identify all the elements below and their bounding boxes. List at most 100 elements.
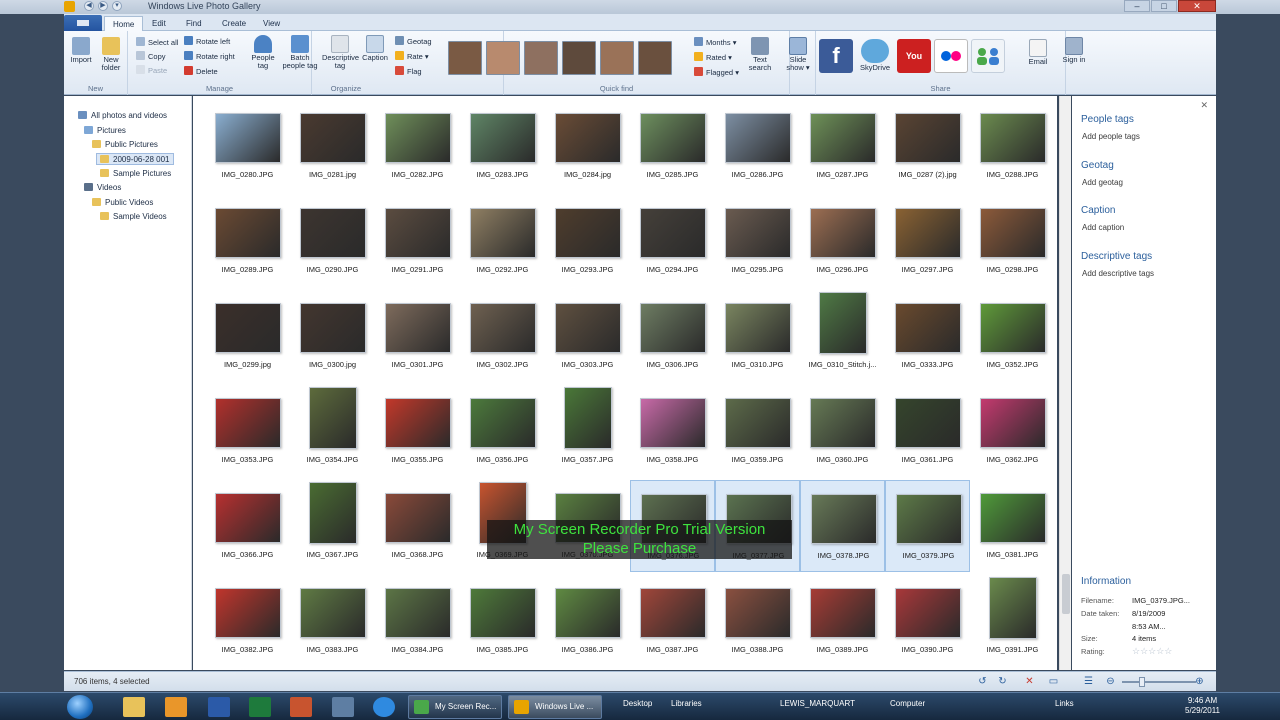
rating-stars[interactable]: ☆☆☆☆☆: [1132, 646, 1172, 657]
photo-thumbnail[interactable]: IMG_0361.JPG: [885, 385, 970, 477]
internet-explorer-icon[interactable]: [373, 697, 395, 717]
photo-thumbnail[interactable]: IMG_0283.JPG: [460, 100, 545, 192]
photo-thumbnail[interactable]: IMG_0291.JPG: [375, 195, 460, 287]
nav-item-videos[interactable]: Videos: [84, 182, 121, 194]
person-thumbnail[interactable]: [638, 41, 672, 75]
zoom-slider-knob[interactable]: [1139, 677, 1145, 687]
computer-shortcut[interactable]: Computer: [890, 699, 925, 708]
skydrive-button[interactable]: SkyDrive: [857, 39, 893, 72]
task-windows-live[interactable]: Windows Live ...: [508, 695, 602, 719]
delete-button[interactable]: Delete: [184, 66, 218, 77]
photo-thumbnail[interactable]: IMG_0357.JPG: [545, 385, 630, 477]
sign-in-button[interactable]: Sign in: [1059, 37, 1089, 64]
person-thumbnail[interactable]: [562, 41, 596, 75]
photo-thumbnail[interactable]: IMG_0366.JPG: [205, 480, 290, 572]
photo-thumbnail[interactable]: IMG_0382.JPG: [205, 575, 290, 667]
photo-thumbnail[interactable]: IMG_0294.JPG: [630, 195, 715, 287]
lewis-marquart-shortcut[interactable]: LEWIS_MARQUART: [780, 699, 855, 708]
flickr-icon[interactable]: [934, 39, 968, 73]
photo-thumbnail[interactable]: IMG_0302.JPG: [460, 290, 545, 382]
photo-thumbnail[interactable]: IMG_0353.JPG: [205, 385, 290, 477]
months-button[interactable]: Months ▾: [694, 37, 736, 48]
slide-show-icon[interactable]: ▭: [1048, 676, 1059, 687]
photo-thumbnail[interactable]: IMG_0301.JPG: [375, 290, 460, 382]
add-people-tags-link[interactable]: Add people tags: [1082, 132, 1140, 141]
photo-thumbnail[interactable]: IMG_0387.JPG: [630, 575, 715, 667]
tab-view[interactable]: View: [255, 16, 288, 31]
maximize-button[interactable]: □: [1151, 0, 1177, 12]
photo-thumbnail[interactable]: IMG_0281.jpg: [290, 100, 375, 192]
explorer-icon[interactable]: [123, 697, 145, 717]
scrollbar-thumb[interactable]: [1062, 574, 1070, 614]
photo-thumbnail[interactable]: IMG_0355.JPG: [375, 385, 460, 477]
customize-qat-icon[interactable]: ▾: [112, 1, 122, 11]
nav-item-sample-pictures[interactable]: Sample Pictures: [100, 168, 171, 180]
photo-thumbnail[interactable]: IMG_0368.JPG: [375, 480, 460, 572]
network-icon[interactable]: [332, 697, 354, 717]
photo-thumbnail[interactable]: IMG_0289.JPG: [205, 195, 290, 287]
forward-icon[interactable]: ▶: [98, 1, 108, 11]
rotate-left-button[interactable]: Rotate left: [184, 36, 230, 47]
nav-item-sample-videos[interactable]: Sample Videos: [100, 211, 167, 223]
geotag-button[interactable]: Geotag: [395, 36, 432, 47]
photo-thumbnail[interactable]: IMG_0352.JPG: [970, 290, 1055, 382]
photo-thumbnail[interactable]: IMG_0298.JPG: [970, 195, 1055, 287]
photo-thumbnail[interactable]: IMG_0356.JPG: [460, 385, 545, 477]
add-descriptive-tags-link[interactable]: Add descriptive tags: [1082, 269, 1154, 278]
delete-icon[interactable]: ✕: [1024, 676, 1035, 687]
photo-thumbnail[interactable]: IMG_0358.JPG: [630, 385, 715, 477]
photo-thumbnail[interactable]: IMG_0293.JPG: [545, 195, 630, 287]
photo-thumbnail[interactable]: IMG_0362.JPG: [970, 385, 1055, 477]
powerpoint-icon[interactable]: [290, 697, 312, 717]
groups-icon[interactable]: [971, 39, 1005, 73]
close-button[interactable]: ✕: [1178, 0, 1216, 12]
details-view-icon[interactable]: ☰: [1083, 676, 1094, 687]
email-button[interactable]: Email: [1021, 39, 1055, 66]
descriptive-tag-button[interactable]: Descriptive tag: [322, 35, 359, 70]
zoom-slider[interactable]: [1122, 681, 1196, 683]
photo-thumbnail[interactable]: IMG_0287.JPG: [800, 100, 885, 192]
paste-button[interactable]: Paste: [136, 65, 167, 76]
start-button[interactable]: [67, 695, 93, 719]
select-all-button[interactable]: Select all: [136, 37, 178, 48]
photo-thumbnail[interactable]: IMG_0333.JPG: [885, 290, 970, 382]
photo-thumbnail[interactable]: IMG_0310_Stitch.j...: [800, 290, 885, 382]
photo-thumbnail[interactable]: IMG_0367.JPG: [290, 480, 375, 572]
photo-thumbnail[interactable]: IMG_0388.JPG: [715, 575, 800, 667]
libraries-shortcut[interactable]: Libraries: [671, 699, 702, 708]
media-player-icon[interactable]: [165, 697, 187, 717]
photo-thumbnail[interactable]: IMG_0306.JPG: [630, 290, 715, 382]
photo-thumbnail[interactable]: IMG_0297.JPG: [885, 195, 970, 287]
minimize-button[interactable]: –: [1124, 0, 1150, 12]
people-tag-button[interactable]: People tag: [249, 35, 277, 70]
photo-thumbnail[interactable]: IMG_0288.JPG: [970, 100, 1055, 192]
youtube-icon[interactable]: You: [897, 39, 931, 73]
tab-create[interactable]: Create: [214, 16, 254, 31]
rotate-right-button[interactable]: Rotate right: [184, 51, 235, 62]
photo-thumbnail[interactable]: IMG_0310.JPG: [715, 290, 800, 382]
photo-thumbnail[interactable]: IMG_0284.jpg: [545, 100, 630, 192]
links-toolbar[interactable]: Links: [1055, 699, 1074, 708]
nav-item-public-pictures[interactable]: Public Pictures: [92, 139, 158, 151]
clock[interactable]: 9:46 AM 5/29/2011: [1185, 696, 1220, 716]
text-search-button[interactable]: Text search: [746, 37, 774, 72]
nav-item-all-photos[interactable]: All photos and videos: [78, 110, 167, 122]
person-thumbnail[interactable]: [524, 41, 558, 75]
caption-button[interactable]: Caption: [360, 35, 390, 62]
new-folder-button[interactable]: New folder: [97, 37, 125, 72]
rotate-right-icon[interactable]: ↻: [997, 676, 1008, 687]
flag-button[interactable]: Flag: [395, 66, 422, 77]
photo-thumbnail[interactable]: IMG_0378.JPG: [800, 480, 885, 572]
copy-button[interactable]: Copy: [136, 51, 166, 62]
photo-thumbnail[interactable]: IMG_0383.JPG: [290, 575, 375, 667]
word-icon[interactable]: [208, 697, 230, 717]
batch-people-tag-button[interactable]: Batch people tag: [280, 35, 320, 70]
photo-thumbnail[interactable]: IMG_0280.JPG: [205, 100, 290, 192]
nav-item-pictures[interactable]: Pictures: [84, 125, 126, 137]
photo-thumbnail[interactable]: IMG_0359.JPG: [715, 385, 800, 477]
person-thumbnail[interactable]: [600, 41, 634, 75]
nav-item-2009-06-28-001[interactable]: 2009-06-28 001: [96, 153, 174, 165]
vertical-scrollbar[interactable]: [1059, 96, 1071, 670]
photo-thumbnail[interactable]: IMG_0354.JPG: [290, 385, 375, 477]
zoom-out-icon[interactable]: ⊖: [1105, 676, 1116, 687]
